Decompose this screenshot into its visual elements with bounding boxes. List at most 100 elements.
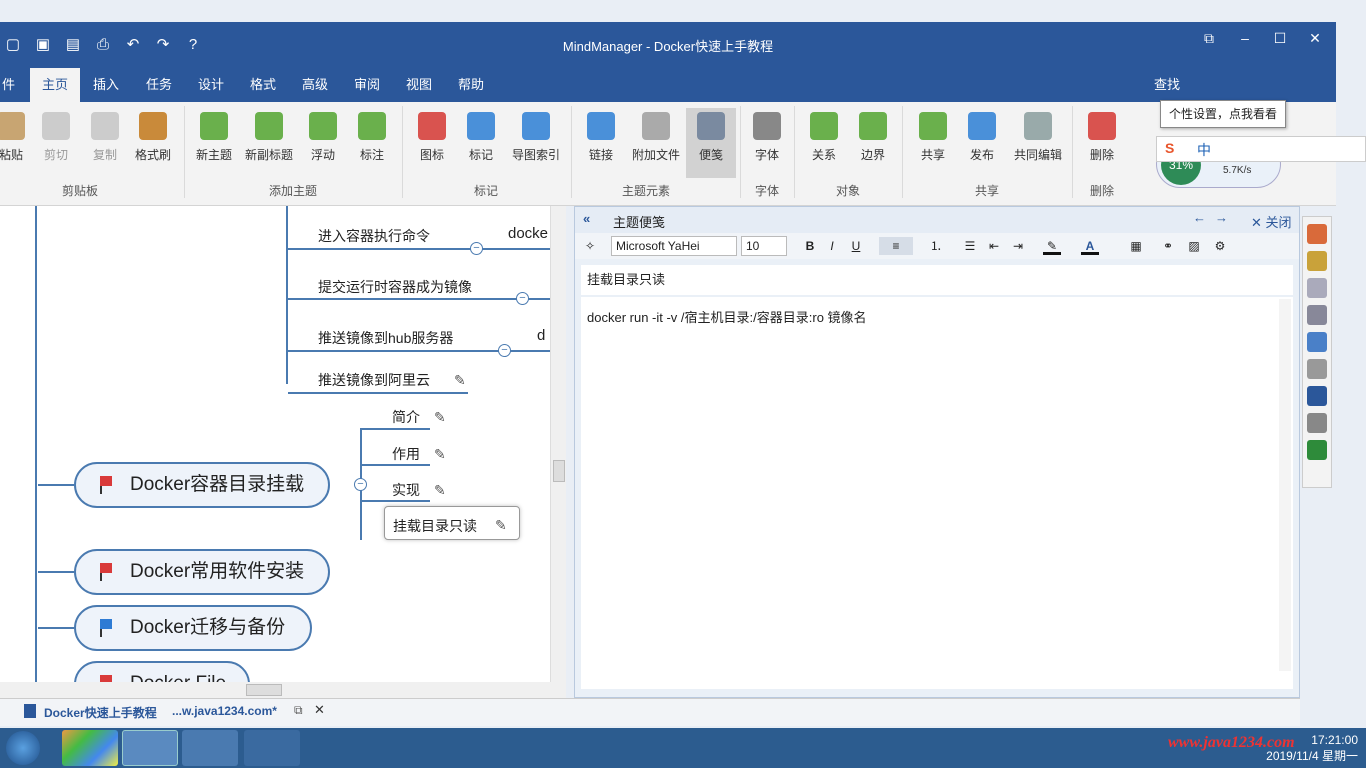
mindmap-canvas[interactable]: 进入容器执行命令 docke − 提交运行时容器成为镜像 − 推送镜像到hub服…	[0, 206, 566, 682]
coedit-button[interactable]: 共同编辑	[1010, 108, 1066, 178]
copy-button[interactable]: 复制	[80, 108, 130, 178]
hyperlink-icon[interactable]: ⚭	[1159, 237, 1177, 255]
tab-view[interactable]: 视图	[398, 68, 440, 102]
main-topic[interactable]: Docker常用软件安装	[74, 549, 330, 595]
task-info-icon[interactable]	[1307, 224, 1327, 244]
new-topic-button[interactable]: 新主题	[189, 108, 239, 178]
tab-advanced[interactable]: 高级	[294, 68, 336, 102]
note-icon[interactable]: ✎	[454, 372, 470, 388]
ime-mode[interactable]: 中	[1197, 140, 1211, 160]
link-button[interactable]: 链接	[576, 108, 626, 178]
collapse-toggle[interactable]: −	[498, 344, 511, 357]
minimize-button[interactable]: –	[1228, 26, 1262, 50]
browser-icon[interactable]	[1307, 413, 1327, 433]
find-label[interactable]: 查找	[1154, 68, 1180, 102]
callout-button[interactable]: 标注	[347, 108, 397, 178]
child-topic[interactable]: 简介	[392, 407, 420, 427]
icon-button[interactable]: 图标	[407, 108, 457, 178]
subtopic[interactable]: 推送镜像到hub服务器	[318, 328, 453, 348]
subtopic[interactable]: 提交运行时容器成为镜像	[318, 277, 472, 297]
next-arrow-icon[interactable]: →	[1215, 210, 1228, 225]
tab-task[interactable]: 任务	[138, 68, 180, 102]
subtopic[interactable]: 进入容器执行命令	[318, 226, 430, 246]
numbered-list-icon[interactable]: ⒈	[927, 237, 945, 255]
note-text[interactable]: docker run -it -v /宿主机目录:/容器目录:ro 镜像名	[587, 310, 867, 325]
boundary-button[interactable]: 边界	[848, 108, 898, 178]
calendar-icon[interactable]	[1307, 251, 1327, 271]
maximize-button[interactable]: ☐	[1263, 26, 1297, 50]
underline-icon[interactable]: U	[847, 237, 865, 255]
excel-icon[interactable]	[1307, 440, 1327, 460]
map-index-button[interactable]: 导图索引	[506, 108, 566, 178]
clear-format-icon[interactable]: ✧	[581, 237, 599, 255]
search-icon[interactable]	[1307, 359, 1327, 379]
scrollbar-thumb[interactable]	[246, 684, 282, 696]
child-topic[interactable]: 作用	[392, 444, 420, 464]
main-topic[interactable]: Docker File	[74, 661, 250, 682]
delete-button[interactable]: 删除	[1077, 108, 1127, 178]
cut-button[interactable]: 剪切	[31, 108, 81, 178]
note-icon[interactable]: ✎	[434, 482, 450, 498]
notes-scrollbar[interactable]	[1279, 299, 1291, 671]
main-topic[interactable]: Docker迁移与备份	[74, 605, 312, 651]
note-icon[interactable]: ✎	[495, 517, 511, 533]
new-subtopic-button[interactable]: 新副标题	[241, 108, 297, 178]
share-button[interactable]: 共享	[908, 108, 958, 178]
indent-icon[interactable]: ⇥	[1009, 237, 1027, 255]
relationship-button[interactable]: 关系	[799, 108, 849, 178]
note-editor[interactable]: docker run -it -v /宿主机目录:/容器目录:ro 镜像名	[581, 297, 1293, 689]
child-topic[interactable]: 实现	[392, 480, 420, 500]
collapse-toggle[interactable]: −	[516, 292, 529, 305]
table-icon[interactable]: ▦	[1127, 237, 1145, 255]
font-family-select[interactable]: Microsoft YaHei	[611, 236, 737, 256]
attach-file-button[interactable]: 附加文件	[628, 108, 684, 178]
note-icon[interactable]: ✎	[434, 446, 450, 462]
collapse-toggle[interactable]: −	[354, 478, 367, 491]
close-notes-button[interactable]: ✕ 关闭	[1251, 212, 1292, 231]
outdent-icon[interactable]: ⇤	[985, 237, 1003, 255]
explorer-task-icon[interactable]	[182, 730, 238, 766]
document-tab[interactable]: Docker快速上手教程	[44, 704, 157, 721]
tab-review[interactable]: 审阅	[346, 68, 388, 102]
close-tab-icon[interactable]: ✕	[314, 702, 325, 718]
publish-button[interactable]: 发布	[957, 108, 1007, 178]
tab-home[interactable]: 主页	[30, 68, 81, 102]
collapse-toggle[interactable]: −	[470, 242, 483, 255]
bullet-list-icon[interactable]: ☰	[961, 237, 979, 255]
scrollbar-thumb[interactable]	[553, 460, 565, 482]
start-button[interactable]	[6, 731, 40, 765]
remote-desktop-task-icon[interactable]	[244, 730, 300, 766]
main-topic[interactable]: Docker容器目录挂载	[74, 462, 330, 508]
tab-insert[interactable]: 插入	[85, 68, 127, 102]
selected-topic[interactable]: 挂载目录只读 ✎	[384, 506, 520, 540]
italic-icon[interactable]: I	[823, 237, 841, 255]
tab-format[interactable]: 格式	[242, 68, 284, 102]
highlight-icon[interactable]: ✎	[1043, 237, 1061, 255]
font-color-icon[interactable]: A	[1081, 237, 1099, 255]
overview-icon[interactable]	[1307, 386, 1327, 406]
restore-button[interactable]: ⧉	[1192, 26, 1226, 50]
bold-icon[interactable]: B	[801, 237, 819, 255]
floating-topic-button[interactable]: 浮动	[298, 108, 348, 178]
prev-arrow-icon[interactable]: ←	[1193, 210, 1206, 225]
image-icon[interactable]: ▨	[1185, 237, 1203, 255]
vertical-scrollbar[interactable]	[550, 206, 566, 682]
clock[interactable]: 17:21:00 2019/11/4 星期一	[1266, 732, 1358, 764]
note-icon[interactable]: ✎	[434, 409, 450, 425]
font-size-select[interactable]: 10	[741, 236, 787, 256]
resources-icon[interactable]	[1307, 278, 1327, 298]
horizontal-scrollbar[interactable]	[0, 682, 566, 698]
tab-design[interactable]: 设计	[190, 68, 232, 102]
subtopic[interactable]: 推送镜像到阿里云	[318, 370, 430, 390]
more-options-icon[interactable]: ⚙	[1211, 237, 1229, 255]
map-parts-icon[interactable]	[1307, 305, 1327, 325]
close-button[interactable]: ✕	[1298, 26, 1332, 50]
align-left-icon[interactable]: ≡	[879, 237, 913, 255]
collapse-pane-icon[interactable]: «	[583, 211, 590, 226]
tab-file[interactable]: 件	[0, 68, 23, 102]
mindmanager-task-icon[interactable]	[122, 730, 178, 766]
ime-toolbar[interactable]: S 中	[1156, 136, 1366, 162]
font-button[interactable]: 字体	[742, 108, 792, 178]
browser-task-icon[interactable]	[62, 730, 118, 766]
tag-button[interactable]: 标记	[456, 108, 506, 178]
